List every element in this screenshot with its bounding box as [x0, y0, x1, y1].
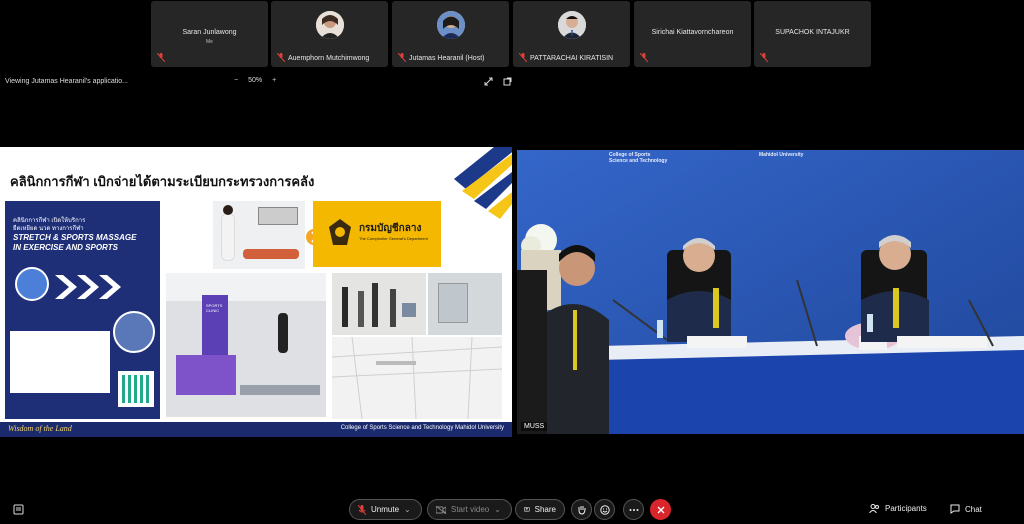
room-photo [428, 273, 502, 335]
poster-info [10, 331, 110, 393]
chevron-arrows-icon [55, 275, 121, 299]
cgd-logo-panel: กรมบัญชีกลาง The Comptroller General's D… [313, 201, 441, 267]
backdrop-banner-text: College of Sports Science and Technology [609, 152, 668, 164]
poster-photo [113, 311, 155, 353]
slide-footer: Wisdom of the Land College of Sports Sci… [0, 422, 512, 437]
zoom-level: 50% [248, 77, 263, 84]
cgd-subtitle: The Comptroller General's Department [359, 236, 428, 241]
group-photo [332, 273, 426, 335]
start-video-button[interactable]: Start video ⌄ [427, 499, 512, 520]
decorative-stripes [454, 147, 512, 219]
chevron-down-icon[interactable]: ⌄ [404, 505, 411, 514]
cgd-name: กรมบัญชีกลาง [359, 223, 422, 234]
more-icon [629, 508, 638, 511]
clinic-poster: คลินิกการกีฬา เปิดให้บริการ ยืดเหยียด นว… [5, 201, 160, 419]
shared-slide: คลินิกการกีฬา เบิกจ่ายได้ตามระเบียบกระทร… [0, 147, 512, 437]
participant-tile[interactable]: Auemphorn Mutchimwong [271, 1, 388, 67]
qr-code [118, 371, 154, 407]
participant-tile[interactable]: Jutamas Hearanil (Host) [392, 1, 509, 67]
share-screen-icon [524, 506, 530, 512]
footer-institution: College of Sports Science and Technology… [340, 425, 504, 431]
chevron-down-icon[interactable]: ⌄ [494, 505, 501, 514]
participant-tile[interactable]: PATTARACHAI KIRATISIN [513, 1, 630, 67]
mic-muted-icon [519, 53, 527, 62]
reactions-button[interactable] [594, 499, 615, 520]
participant-name: Auemphorn Mutchimwong [288, 55, 370, 62]
raise-hand-button[interactable] [571, 499, 592, 520]
viewing-title: Viewing Jutamas Hearanil's applicatio... [5, 78, 128, 85]
unmute-button[interactable]: Unmute ⌄ [349, 499, 422, 520]
avatar [436, 11, 465, 39]
participant-tile[interactable]: Saran Junlawong Me [151, 1, 268, 67]
participant-name: SUPACHOK INTAJUKR [775, 29, 850, 36]
participant-strip: Saran Junlawong Me Auemphorn Mutchimwong… [0, 0, 1024, 70]
chat-button[interactable]: Chat [950, 504, 982, 514]
avatar [557, 11, 586, 39]
popout-icon[interactable] [503, 77, 512, 86]
clinic-sign: SPORTS CLINIC [206, 303, 223, 313]
backdrop-banner-text: Mahidol University [759, 152, 804, 158]
start-video-label: Start video [451, 505, 490, 514]
participants-label: Participants [885, 504, 927, 513]
participant-sub: Me [206, 39, 213, 45]
chat-bubble-icon [950, 504, 960, 514]
participant-tile[interactable]: Sirichai Kiattavornchareon [634, 1, 751, 67]
mic-muted-icon [277, 53, 285, 62]
participant-video[interactable]: College of Sports Science and Technology… [517, 150, 1024, 434]
share-button[interactable]: Share [515, 499, 565, 520]
mic-muted-icon [358, 504, 366, 515]
clinic-room-photo: SPORTS CLINIC [166, 273, 326, 417]
participant-tile[interactable]: SUPACHOK INTAJUKR [754, 1, 871, 67]
participant-name: PATTARACHAI KIRATISIN [530, 55, 614, 62]
participant-name: Jutamas Hearanil (Host) [409, 55, 485, 62]
meeting-toolbar: Unmute ⌄ Start video ⌄ Share Participant… [0, 494, 1024, 524]
poster-heading: IN EXERCISE AND SPORTS [13, 243, 118, 252]
meeting-room-scene [517, 150, 1024, 434]
share-view-bar: Viewing Jutamas Hearanil's applicatio...… [0, 74, 1024, 92]
footer-motto: Wisdom of the Land [8, 424, 72, 433]
zoom-in-button[interactable]: + [272, 77, 276, 84]
poster-photo [15, 267, 49, 301]
mic-muted-icon [157, 53, 165, 62]
poster-heading: STRETCH & SPORTS MASSAGE [13, 233, 137, 242]
zoom-out-button[interactable]: − [234, 77, 238, 84]
people-icon [869, 504, 879, 513]
participant-name: Sirichai Kiattavornchareon [651, 29, 734, 36]
cgd-emblem-icon [329, 219, 351, 245]
mic-muted-icon [640, 53, 648, 62]
more-options-button[interactable] [623, 499, 644, 520]
video-off-icon [436, 505, 446, 514]
unmute-label: Unmute [371, 505, 400, 514]
massage-photo [213, 201, 305, 269]
info-icon[interactable] [13, 504, 24, 515]
view-tools [484, 77, 512, 86]
hand-icon [578, 505, 585, 515]
avatar [315, 11, 344, 39]
poster-line: ยืดเหยียด นวด ทางการกีฬา [13, 226, 84, 232]
video-name-label: MUSS [521, 422, 548, 431]
smiley-icon [599, 504, 610, 515]
close-icon [657, 506, 664, 513]
participant-name: Saran Junlawong [182, 29, 237, 36]
participants-button[interactable]: Participants [869, 504, 927, 513]
chat-label: Chat [965, 504, 982, 514]
mic-muted-icon [398, 53, 406, 62]
fit-icon[interactable] [484, 77, 493, 86]
end-meeting-button[interactable] [650, 499, 671, 520]
share-label: Share [534, 505, 556, 514]
mic-muted-icon [760, 53, 768, 62]
ceiling-photo [332, 337, 502, 419]
slide-title: คลินิกการกีฬา เบิกจ่ายได้ตามระเบียบกระทร… [10, 174, 315, 189]
zoom-controls: − 50% + [234, 77, 276, 84]
